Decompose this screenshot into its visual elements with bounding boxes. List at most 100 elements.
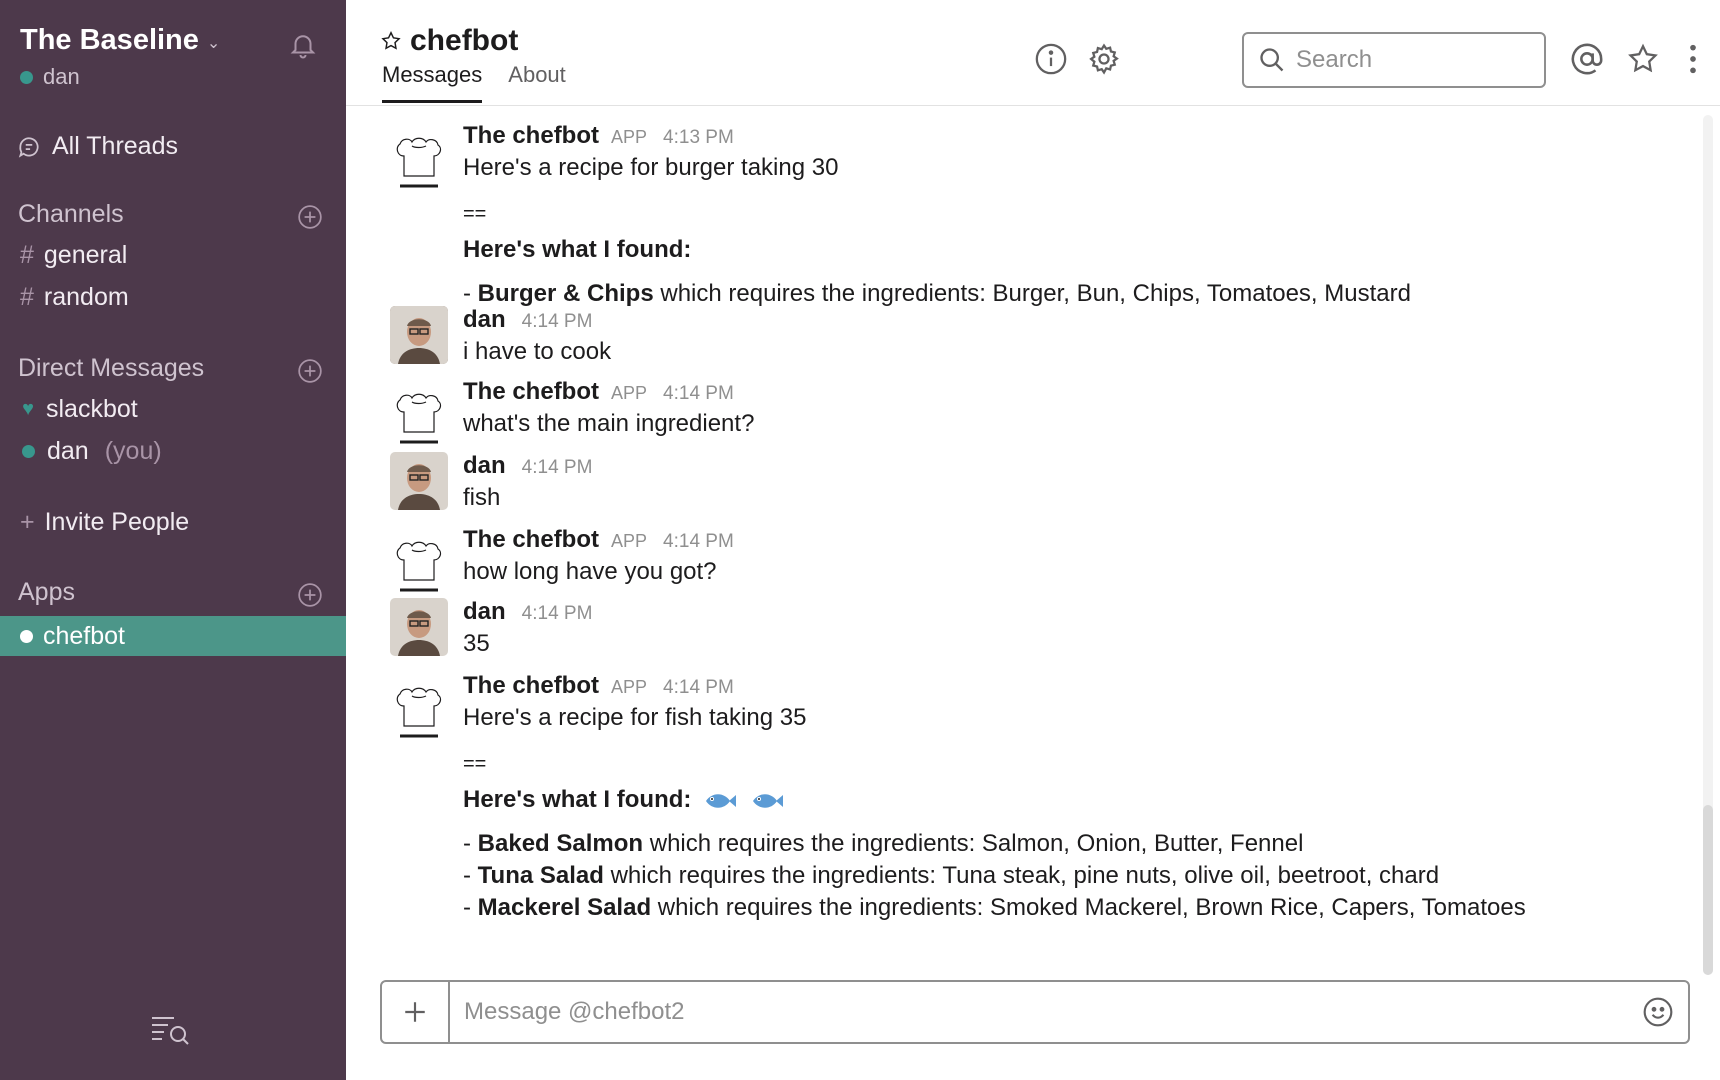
fish-emoji-icon xyxy=(706,793,737,808)
direct-messages-heading[interactable]: Direct Messages xyxy=(18,354,204,383)
message-text: what's the main ingredient? xyxy=(463,410,755,437)
message-author[interactable]: The chefbot xyxy=(463,672,599,700)
heart-icon: ♥ xyxy=(22,398,34,420)
emoji-button[interactable] xyxy=(1628,996,1688,1028)
all-threads-link[interactable]: All Threads xyxy=(16,132,178,161)
recipe-line: - Tuna Salad which requires the ingredie… xyxy=(463,860,1526,892)
recipe-line: - Baked Salmon which requires the ingred… xyxy=(463,828,1526,860)
bell-icon[interactable] xyxy=(288,30,318,60)
channel-header: chefbot Messages About xyxy=(346,0,1720,106)
info-icon[interactable] xyxy=(1034,42,1068,76)
message-text: 35 xyxy=(463,630,490,657)
recipe-ingredients: which requires the ingredients: Salmon, … xyxy=(643,830,1304,857)
recipe-dash: - xyxy=(463,280,478,307)
recipe-name: Tuna Salad xyxy=(477,862,604,889)
team-menu[interactable]: The Baseline ⌄ xyxy=(20,24,220,57)
message-author[interactable]: dan xyxy=(463,452,506,480)
apps-heading[interactable]: Apps xyxy=(18,578,75,607)
message-separator: == xyxy=(463,203,487,225)
message-author[interactable]: The chefbot xyxy=(463,122,599,150)
search-box[interactable] xyxy=(1242,32,1546,88)
add-app-icon[interactable] xyxy=(297,582,323,608)
message-body: The chefbot APP 4:14 PM what's the main … xyxy=(463,378,754,440)
app-badge: APP xyxy=(611,531,648,551)
scrollbar-thumb[interactable] xyxy=(1703,805,1713,975)
team-name: The Baseline xyxy=(20,24,199,56)
message-author[interactable]: dan xyxy=(463,598,506,626)
plus-icon xyxy=(405,1002,425,1022)
chevron-down-icon: ⌄ xyxy=(206,34,221,52)
message-separator: == xyxy=(463,753,487,775)
channel-label: general xyxy=(43,241,128,269)
app-badge: APP xyxy=(611,383,648,403)
search-input[interactable] xyxy=(1296,46,1526,74)
attach-button[interactable] xyxy=(382,982,450,1042)
person-avatar-icon xyxy=(390,598,448,656)
sidebar-item-general[interactable]: # general xyxy=(20,241,127,270)
message-input[interactable] xyxy=(450,998,1628,1026)
quick-switcher-icon[interactable] xyxy=(150,1014,190,1046)
add-channel-icon[interactable] xyxy=(297,204,323,230)
message-time[interactable]: 4:14 PM xyxy=(663,677,734,699)
star-icon[interactable] xyxy=(380,30,402,52)
person-avatar-icon xyxy=(390,452,448,510)
person-avatar-icon xyxy=(390,306,448,364)
channels-heading[interactable]: Channels xyxy=(18,200,124,229)
app-badge: APP xyxy=(611,677,648,697)
all-threads-label: All Threads xyxy=(52,132,178,160)
dm-label: slackbot xyxy=(46,395,138,423)
more-options-icon[interactable] xyxy=(1676,42,1710,76)
channel-name: chefbot xyxy=(410,24,519,57)
starred-items-icon[interactable] xyxy=(1626,42,1660,76)
message-body: The chefbot APP 4:14 PM Here's a recipe … xyxy=(463,672,1526,924)
sidebar-item-chefbot[interactable]: chefbot xyxy=(0,616,346,656)
fish-emoji-icon xyxy=(752,793,783,808)
user-avatar[interactable] xyxy=(390,306,448,364)
message-composer xyxy=(380,980,1690,1044)
message-text: i have to cook xyxy=(463,338,612,365)
chef-hat-avatar[interactable] xyxy=(390,680,448,738)
message-time[interactable]: 4:14 PM xyxy=(522,603,593,625)
tab-about[interactable]: About xyxy=(508,62,566,103)
message-time[interactable]: 4:14 PM xyxy=(663,531,734,553)
user-avatar[interactable] xyxy=(390,598,448,656)
presence-dot xyxy=(20,70,33,84)
message-time[interactable]: 4:14 PM xyxy=(663,383,734,405)
recipe-dash: - xyxy=(463,862,478,889)
search-icon xyxy=(1260,48,1284,72)
invite-label: Invite People xyxy=(44,508,190,536)
sidebar-item-dan[interactable]: dan (you) xyxy=(20,437,162,466)
message-time[interactable]: 4:14 PM xyxy=(522,457,593,479)
message-meta: dan 4:14 PM xyxy=(463,598,592,628)
gear-icon[interactable] xyxy=(1087,42,1121,76)
recipe-name: Burger & Chips xyxy=(477,280,654,307)
add-dm-icon[interactable] xyxy=(297,358,323,384)
recipe-dash: - xyxy=(463,830,478,857)
you-suffix: (you) xyxy=(104,437,162,465)
invite-people-link[interactable]: + Invite People xyxy=(20,508,189,537)
chef-hat-avatar[interactable] xyxy=(390,130,448,188)
message-body: dan 4:14 PM 35 xyxy=(463,598,592,660)
message-heading: Here's what I found: xyxy=(463,236,692,263)
message-time[interactable]: 4:13 PM xyxy=(663,127,734,149)
current-user-status[interactable]: dan xyxy=(20,64,80,90)
sidebar-item-slackbot[interactable]: ♥ slackbot xyxy=(20,395,138,424)
message-meta: The chefbot APP 4:14 PM xyxy=(463,526,734,556)
hash-icon: # xyxy=(20,241,34,269)
message-body: dan 4:14 PM i have to cook xyxy=(463,306,611,368)
app-badge: APP xyxy=(611,127,648,147)
message-body: dan 4:14 PM fish xyxy=(463,452,592,514)
tab-messages[interactable]: Messages xyxy=(382,62,483,103)
message-author[interactable]: dan xyxy=(463,306,506,334)
recipe-line: - Mackerel Salad which requires the ingr… xyxy=(463,892,1526,924)
chef-hat-avatar[interactable] xyxy=(390,386,448,444)
mentions-icon[interactable] xyxy=(1570,42,1604,76)
message-time[interactable]: 4:14 PM xyxy=(522,311,593,333)
message-author[interactable]: The chefbot xyxy=(463,526,599,554)
smiley-icon xyxy=(1643,997,1673,1027)
chef-hat-avatar[interactable] xyxy=(390,534,448,592)
message-author[interactable]: The chefbot xyxy=(463,378,599,406)
sidebar-item-random[interactable]: # random xyxy=(20,283,129,312)
channel-tabs: Messages About xyxy=(382,62,566,103)
user-avatar[interactable] xyxy=(390,452,448,510)
